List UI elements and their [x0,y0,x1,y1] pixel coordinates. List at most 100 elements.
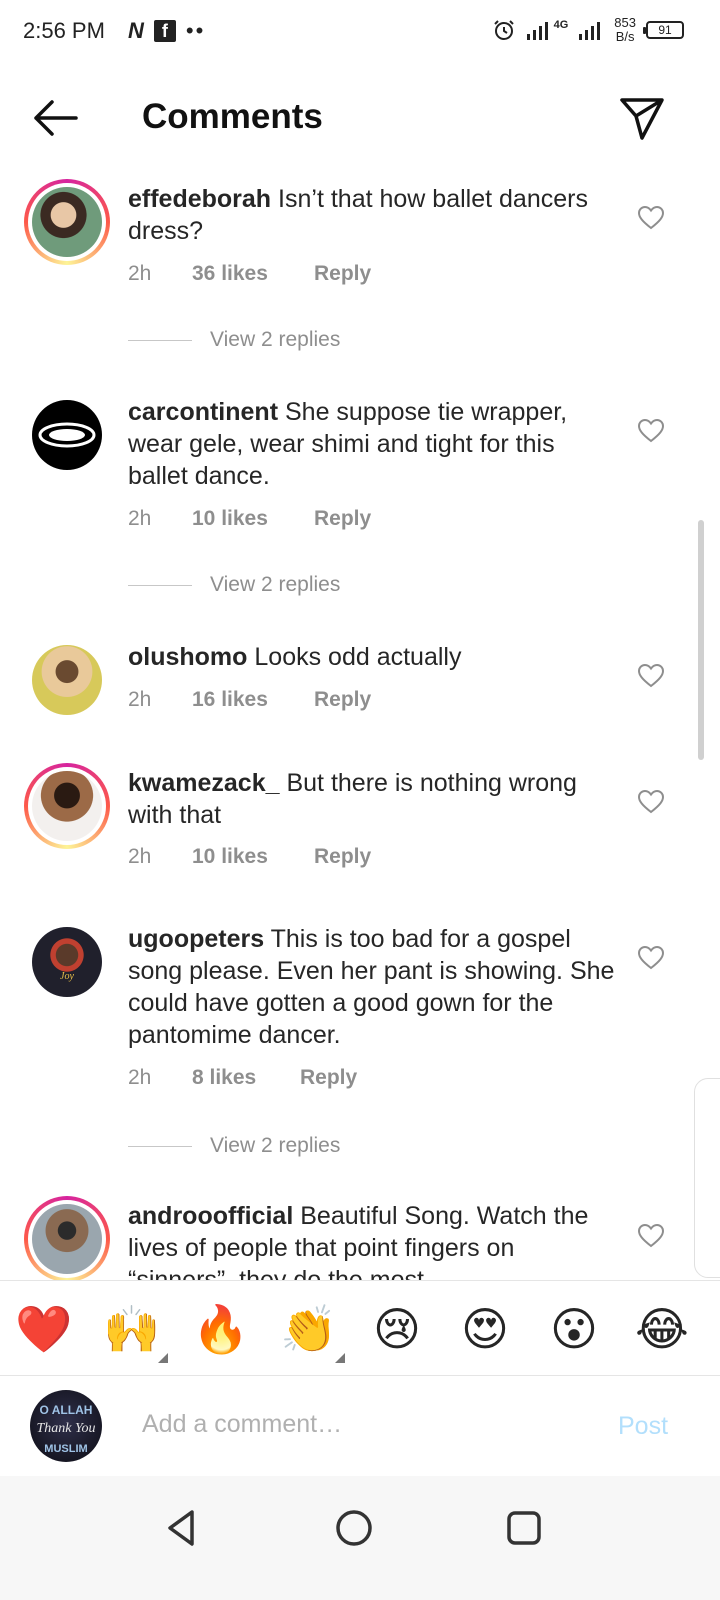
comment-username[interactable]: olushomo [128,643,247,671]
comment-text: carcontinent She suppose tie wrapper, we… [128,396,618,492]
facebook-icon: f [153,20,176,42]
network-speed: 853 B/s [614,16,636,44]
view-replies-label: View 2 replies [210,328,341,351]
more-notifications-icon: •• [185,18,206,43]
emoji-fire[interactable]: 🔥 [191,1299,251,1359]
network-speed-value: 853 [614,15,636,30]
emoji-heart-eyes[interactable]: 😍 [455,1299,515,1359]
comment-likes[interactable]: 16 likes [192,688,314,712]
avatar [32,1204,102,1274]
comment-meta: 2h 10 likes Reply [128,507,371,531]
like-heart-icon[interactable] [638,664,664,688]
alarm-icon [493,20,514,40]
reply-button[interactable]: Reply [314,845,371,869]
avatar-story-ring[interactable] [24,179,110,265]
reply-button[interactable]: Reply [300,1066,357,1090]
battery-icon: 91 [643,21,684,39]
network-type: 4G [553,19,569,31]
reply-button[interactable]: Reply [314,262,371,286]
status-time: 2:56 PM [23,18,105,43]
emoji-crying[interactable]: 😢 [367,1299,427,1359]
header: Comments [0,80,720,156]
emoji-quick-bar: ❤️ 🙌 🔥 👏 😢 😍 😮 😂 [0,1280,720,1376]
avatar-story-ring[interactable] [24,763,110,849]
comment-time: 2h [128,845,152,868]
view-replies-button[interactable]: View 2 replies [128,573,340,597]
comment-item: Joy ugoopeters This is too bad for a gos… [0,920,720,1170]
edge-panel-handle[interactable] [694,1078,720,1278]
avatar[interactable]: Joy [32,927,102,997]
signal-icon [526,22,548,40]
send-icon[interactable] [616,94,668,142]
reply-button[interactable]: Reply [314,507,371,531]
avatar[interactable] [32,400,102,470]
view-replies-button[interactable]: View 2 replies [128,1134,340,1158]
like-heart-icon[interactable] [638,206,664,230]
comment-composer: O ALLAH Thank You MUSLIM Add a comment… … [0,1376,720,1476]
notification-icons: N f •• [128,18,205,44]
nav-back-icon[interactable] [158,1504,206,1552]
divider [128,339,192,341]
network-speed-unit: B/s [615,29,635,44]
battery-level: 91 [658,23,672,37]
skin-tone-caret-icon[interactable] [158,1353,168,1363]
current-user-avatar: O ALLAH Thank You MUSLIM [30,1390,102,1462]
svg-text:Joy: Joy [60,971,74,982]
comment-likes[interactable]: 36 likes [192,262,314,286]
comments-list[interactable]: effedeborah Isn’t that how ballet dancer… [0,160,720,1280]
avatar [32,771,102,841]
comment-input[interactable]: Add a comment… [142,1410,342,1439]
comment-item: carcontinent She suppose tie wrapper, we… [0,390,720,610]
comment-text: kwamezack_ But there is nothing wrong wi… [128,767,618,831]
svg-text:O ALLAH: O ALLAH [40,1403,93,1417]
avatar-graphic: O ALLAH Thank You MUSLIM [36,1403,95,1455]
news-app-icon: N [128,18,144,43]
view-replies-label: View 2 replies [210,1134,341,1157]
comment-username[interactable]: carcontinent [128,398,278,426]
like-heart-icon[interactable] [638,946,664,970]
like-heart-icon[interactable] [638,419,664,443]
comment-text: effedeborah Isn’t that how ballet dancer… [128,183,618,247]
divider [128,1145,192,1147]
comment-body: Looks odd actually [254,643,462,671]
skin-tone-caret-icon[interactable] [335,1353,345,1363]
comment-likes[interactable]: 10 likes [192,845,314,869]
reply-button[interactable]: Reply [314,688,371,712]
status-bar: 2:56 PM N f •• 4G 853 B/s 91 [0,0,720,64]
nav-recents-icon[interactable] [500,1504,548,1552]
emoji-heart[interactable]: ❤️ [14,1299,74,1359]
like-heart-icon[interactable] [638,1224,664,1248]
system-nav-bar [0,1476,720,1600]
comment-username[interactable]: effedeborah [128,185,271,213]
back-arrow-icon[interactable] [28,96,82,140]
comment-item: androoofficial Beautiful Song. Watch the… [0,1196,720,1280]
view-replies-button[interactable]: View 2 replies [128,328,340,352]
comment-item: kwamezack_ But there is nothing wrong wi… [0,760,720,900]
emoji-surprised[interactable]: 😮 [544,1299,604,1359]
nav-home-icon[interactable] [330,1504,378,1552]
comment-username[interactable]: ugoopeters [128,925,264,953]
comment-item: effedeborah Isn’t that how ballet dancer… [0,160,720,370]
comment-text: ugoopeters This is too bad for a gospel … [128,923,618,1051]
post-button[interactable]: Post [618,1412,668,1441]
comment-likes[interactable]: 10 likes [192,507,314,531]
comment-time: 2h [128,688,152,711]
comment-item: olushomo Looks odd actually 2h 16 likes … [0,640,720,740]
comment-time: 2h [128,1066,152,1089]
avatar[interactable] [32,645,102,715]
comment-likes[interactable]: 8 likes [192,1066,300,1090]
emoji-raising-hands[interactable]: 🙌 [102,1299,162,1359]
avatar-text-graphic: Joy [60,971,74,982]
status-right-icons: 4G 853 B/s 91 [492,16,684,44]
svg-text:Thank You: Thank You [36,1421,95,1436]
comment-time: 2h [128,507,152,530]
avatar-story-ring[interactable] [24,1196,110,1280]
comment-username[interactable]: kwamezack_ [128,769,280,797]
emoji-clapping[interactable]: 👏 [279,1299,339,1359]
view-replies-label: View 2 replies [210,573,341,596]
comment-username[interactable]: androoofficial [128,1202,293,1230]
emoji-laughing[interactable]: 😂 [632,1299,692,1359]
like-heart-icon[interactable] [638,790,664,814]
scrollbar[interactable] [698,520,704,760]
svg-text:MUSLIM: MUSLIM [44,1443,87,1455]
